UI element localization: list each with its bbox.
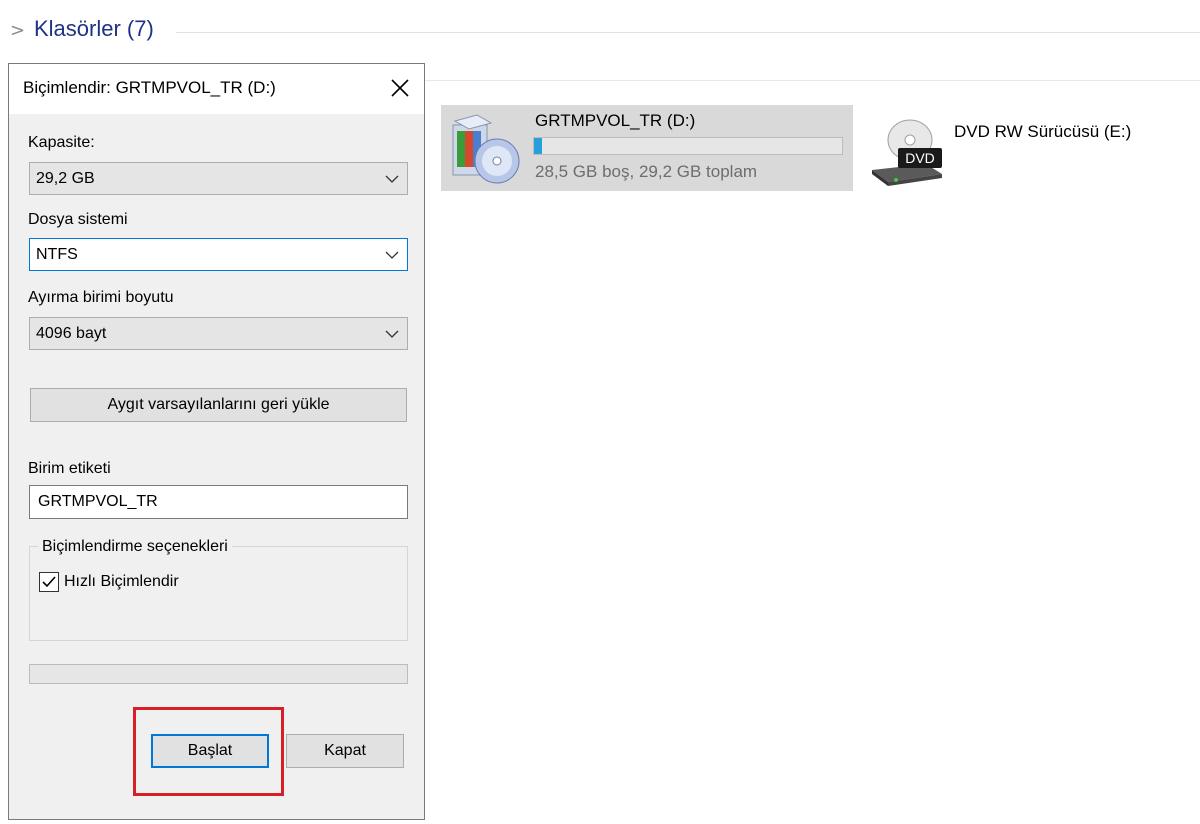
chevron-down-icon [385, 251, 399, 259]
restore-defaults-button[interactable]: Aygıt varsayılanlarını geri yükle [30, 388, 407, 422]
drive-name: GRTMPVOL_TR (D:) [535, 111, 696, 130]
capacity-value: 29,2 GB [36, 170, 95, 187]
format-options-title: Biçimlendirme seçenekleri [38, 538, 232, 556]
format-progress-bar [29, 664, 408, 684]
drive-size-text: 28,5 GB boş, 29,2 GB toplam [535, 162, 758, 181]
allocation-unit-select[interactable]: 4096 bayt [29, 317, 408, 350]
volume-label-label: Birim etiketi [28, 460, 111, 477]
divider [176, 32, 1200, 33]
divider [425, 80, 1200, 81]
usb-drive-setup-icon [452, 114, 520, 184]
volume-label-value: GRTMPVOL_TR [38, 493, 158, 510]
dvd-drive-icon: DVD [872, 119, 942, 186]
allocation-unit-value: 4096 bayt [36, 325, 107, 342]
filesystem-value: NTFS [36, 246, 78, 263]
drive-tile-e[interactable]: DVD DVD RW Sürücüsü (E:) [866, 110, 1196, 190]
drive-usage-bar [533, 137, 843, 155]
filesystem-label: Dosya sistemi [28, 211, 128, 228]
folders-section-header[interactable]: > Klasörler (7) [10, 16, 1200, 48]
chevron-right-icon[interactable]: > [10, 20, 25, 41]
checkmark-icon [42, 576, 56, 588]
drive-tile-d[interactable]: GRTMPVOL_TR (D:) 28,5 GB boş, 29,2 GB to… [441, 105, 853, 191]
chevron-down-icon [385, 175, 399, 183]
volume-label-input[interactable]: GRTMPVOL_TR [29, 485, 408, 519]
dialog-titlebar[interactable]: Biçimlendir: GRTMPVOL_TR (D:) [9, 64, 424, 114]
dialog-title: Biçimlendir: GRTMPVOL_TR (D:) [23, 78, 276, 97]
capacity-select[interactable]: 29,2 GB [29, 162, 408, 195]
filesystem-select[interactable]: NTFS [29, 238, 408, 271]
drive-usage-fill [534, 138, 542, 154]
start-button-highlight [133, 707, 284, 796]
allocation-unit-label: Ayırma birimi boyutu [28, 289, 174, 306]
quick-format-checkbox[interactable] [39, 572, 59, 592]
dvd-drive-name: DVD RW Sürücüsü (E:) [954, 122, 1132, 141]
chevron-down-icon [385, 330, 399, 338]
dvd-badge: DVD [905, 150, 935, 166]
close-icon[interactable] [384, 72, 416, 104]
quick-format-label[interactable]: Hızlı Biçimlendir [64, 573, 179, 591]
section-title: Klasörler (7) [34, 16, 154, 41]
close-button[interactable]: Kapat [286, 734, 404, 768]
capacity-label: Kapasite: [28, 134, 95, 151]
format-options-group [29, 546, 408, 641]
